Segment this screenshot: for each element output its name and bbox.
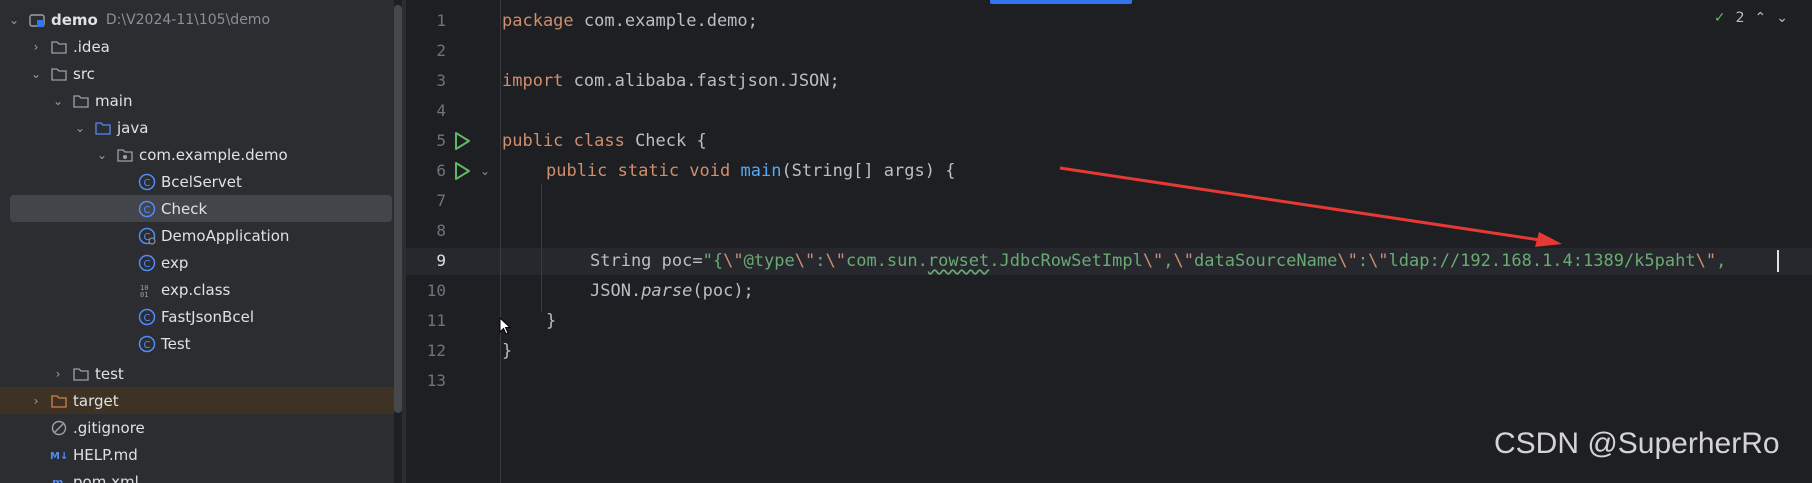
annotation-arrow xyxy=(1059,166,1562,247)
watermark: CSDN @SuperherRo xyxy=(1494,427,1780,460)
mouse-cursor-icon xyxy=(499,317,511,335)
